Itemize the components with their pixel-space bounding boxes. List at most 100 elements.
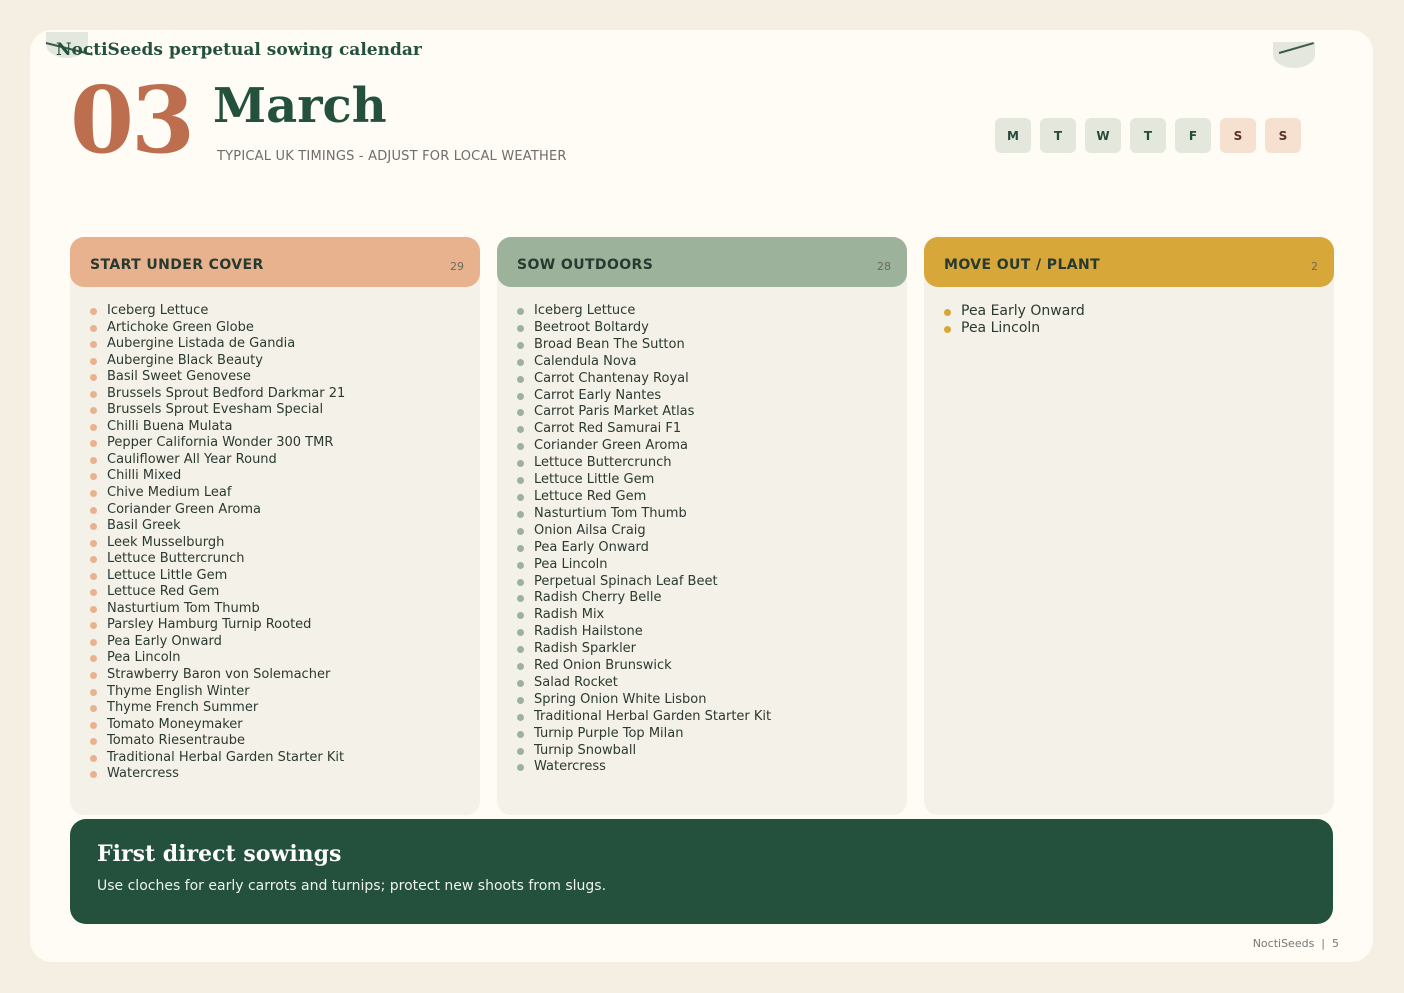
list-item: Carrot Red Samurai F1 (517, 421, 907, 438)
plant-name: Onion Ailsa Craig (534, 522, 646, 538)
plant-name: Brussels Sprout Evesham Special (107, 402, 324, 418)
list-item: Perpetual Spinach Leaf Beet (517, 574, 907, 591)
bullet-dot-icon (517, 477, 524, 485)
bullet-dot-icon (517, 663, 524, 671)
plant-name: Pea Lincoln (107, 650, 181, 666)
bullet-dot-icon (90, 506, 97, 514)
list-item: Lettuce Red Gem (90, 584, 480, 601)
plant-name: Strawberry Baron von Solemacher (107, 667, 331, 683)
bullet-dot-icon (517, 375, 524, 383)
plant-name: Spring Onion White Lisbon (534, 691, 707, 707)
list-item: Carrot Paris Market Atlas (517, 404, 907, 421)
plant-name: Chive Medium Leaf (107, 485, 232, 501)
plant-name: Coriander Green Aroma (534, 438, 688, 454)
plant-name: Red Onion Brunswick (534, 658, 672, 674)
column-count: 28 (877, 259, 891, 273)
plant-name: Aubergine Black Beauty (107, 352, 263, 368)
weekday-wednesday: W (1085, 118, 1121, 153)
bullet-dot-icon (90, 605, 97, 613)
column-title: SOW OUTDOORS (517, 257, 654, 273)
bullet-dot-icon (90, 721, 97, 729)
list-item: Salad Rocket (517, 675, 907, 692)
column-count: 29 (450, 259, 464, 273)
list-item: Iceberg Lettuce (517, 303, 907, 320)
column-title: START UNDER COVER (90, 257, 264, 273)
bullet-dot-icon (90, 374, 97, 382)
plant-name: Lettuce Little Gem (534, 472, 655, 488)
bullet-dot-icon (517, 679, 524, 687)
bullet-dot-icon (517, 696, 524, 704)
list-item: Nasturtium Tom Thumb (517, 506, 907, 523)
bullet-dot-icon (517, 561, 524, 569)
plant-name: Brussels Sprout Bedford Darkmar 21 (107, 385, 346, 401)
list-item: Strawberry Baron von Solemacher (90, 667, 480, 684)
column-header: MOVE OUT / PLANT 2 (924, 237, 1334, 287)
bullet-dot-icon (90, 738, 97, 746)
column-sow-outdoors: SOW OUTDOORS 28 Iceberg Lettuce Beetroot … (497, 237, 907, 815)
plant-name: Lettuce Little Gem (107, 567, 228, 583)
list-item: Lettuce Buttercrunch (517, 455, 907, 472)
column-title: MOVE OUT / PLANT (944, 257, 1101, 273)
bullet-dot-icon (90, 655, 97, 663)
bullet-dot-icon (517, 646, 524, 654)
bullet-dot-icon (517, 764, 524, 772)
list-item: Radish Cherry Belle (517, 590, 907, 607)
list-item: Cauliflower All Year Round (90, 452, 480, 469)
plant-name: Beetroot Boltardy (534, 319, 649, 335)
list-item: Radish Sparkler (517, 641, 907, 658)
plant-name: Carrot Red Samurai F1 (534, 421, 682, 437)
page-footer: NoctiSeeds | 5 (1252, 937, 1339, 950)
bullet-dot-icon (517, 460, 524, 468)
calendar-page: NoctiSeeds perpetual sowing calendar 03 … (30, 30, 1373, 962)
plant-name: Basil Greek (107, 518, 181, 534)
plant-name: Pea Early Onward (107, 633, 222, 649)
bullet-dot-icon (517, 510, 524, 518)
list-item: Coriander Green Aroma (517, 438, 907, 455)
list-item: Brussels Sprout Evesham Special (90, 402, 480, 419)
weekday-strip: M T W T F S S (995, 118, 1301, 153)
list-item: Pea Lincoln (517, 557, 907, 574)
list-item: Spring Onion White Lisbon (517, 692, 907, 709)
month-subtitle: TYPICAL UK TIMINGS - ADJUST FOR LOCAL WE… (217, 149, 567, 164)
plant-name: Radish Hailstone (534, 624, 643, 640)
banner-title: First direct sowings (97, 841, 342, 867)
bullet-dot-icon (90, 688, 97, 696)
list-item: Watercress (90, 766, 480, 783)
bullet-dot-icon (90, 473, 97, 481)
list-item: Carrot Chantenay Royal (517, 371, 907, 388)
list-item: Basil Sweet Genovese (90, 369, 480, 386)
plant-list: Pea Early Onward Pea Lincoln (924, 287, 1334, 337)
list-item: Lettuce Red Gem (517, 489, 907, 506)
weekday-sunday: S (1265, 118, 1301, 153)
bullet-dot-icon (90, 423, 97, 431)
bullet-dot-icon (517, 578, 524, 586)
bullet-dot-icon (90, 672, 97, 680)
weekday-tuesday: T (1040, 118, 1076, 153)
column-move-out-plant: MOVE OUT / PLANT 2 Pea Early Onward Pea L… (924, 237, 1334, 815)
list-item: Radish Hailstone (517, 624, 907, 641)
weekday-saturday: S (1220, 118, 1256, 153)
bullet-dot-icon (517, 629, 524, 637)
list-item: Parsley Hamburg Turnip Rooted (90, 617, 480, 634)
plant-name: Thyme French Summer (107, 700, 259, 716)
plant-name: Leek Musselburgh (107, 534, 225, 550)
bullet-dot-icon (90, 407, 97, 415)
plant-name: Watercress (534, 759, 606, 775)
bullet-dot-icon (90, 705, 97, 713)
list-item: Coriander Green Aroma (90, 502, 480, 519)
sowing-columns: START UNDER COVER 29 Iceberg Lettuce Arti… (70, 237, 1334, 815)
plant-name: Traditional Herbal Garden Starter Kit (534, 708, 772, 724)
bullet-dot-icon (517, 730, 524, 738)
list-item: Red Onion Brunswick (517, 658, 907, 675)
month-number: 03 (70, 66, 195, 174)
list-item: Pea Lincoln (90, 650, 480, 667)
column-start-under-cover: START UNDER COVER 29 Iceberg Lettuce Arti… (70, 237, 480, 815)
bullet-dot-icon (517, 358, 524, 366)
bullet-dot-icon (944, 326, 951, 333)
plant-name: Iceberg Lettuce (107, 303, 209, 318)
list-item: Lettuce Buttercrunch (90, 551, 480, 568)
list-item: Tomato Moneymaker (90, 717, 480, 734)
bullet-dot-icon (90, 357, 97, 365)
bullet-dot-icon (90, 771, 97, 779)
plant-name: Broad Bean The Sutton (534, 336, 685, 352)
